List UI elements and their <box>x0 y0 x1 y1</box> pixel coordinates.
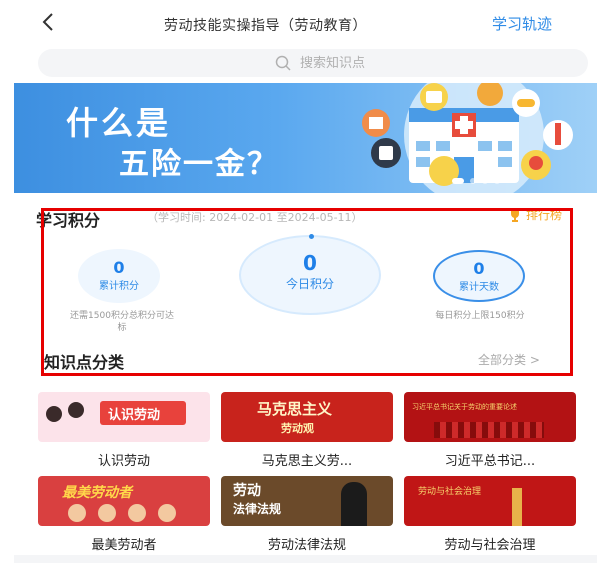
carousel-indicator <box>452 178 500 184</box>
points-section-title: 学习积分 <box>36 211 101 230</box>
total-points-value: 0 <box>113 258 125 277</box>
category-label: 认识劳动 <box>97 454 150 469</box>
category-card[interactable]: 马克思主义 劳动观 马克思主义劳... <box>221 392 393 469</box>
today-points-value: 0 <box>303 251 317 275</box>
learning-history-link[interactable]: 学习轨迹 <box>492 13 552 34</box>
points-period: （学习时间: 2024-02-01 至2024-05-11） <box>147 211 363 224</box>
category-thumbnail: 认识劳动 <box>38 392 210 442</box>
ranking-link[interactable]: 排行榜 <box>508 206 562 223</box>
category-card[interactable]: 劳动与社会治理 劳动与社会治理 <box>404 476 576 553</box>
category-thumbnail: 劳动与社会治理 <box>404 476 576 526</box>
thumbnail-text: 劳动 <box>233 483 261 499</box>
carousel-dot <box>470 178 476 184</box>
top-bar: 劳动技能实操指导（劳动教育） 学习轨迹 <box>14 0 597 44</box>
total-days-value: 0 <box>473 259 485 278</box>
app-screen: 劳动技能实操指导（劳动教育） 学习轨迹 什么是 五险一金？ <box>14 0 597 581</box>
thumbnail-text: 马克思主义 <box>257 400 333 418</box>
thumbnail-text: 最美劳动者 <box>62 485 132 501</box>
category-card[interactable]: 认识劳动 认识劳动 <box>38 392 210 469</box>
total-points-note: 还需1500积分总积分可达标 <box>70 311 174 333</box>
carousel-dot <box>482 178 488 184</box>
category-label: 劳动与社会治理 <box>444 538 536 553</box>
total-days-stat: 0 累计天数 <box>433 250 525 302</box>
category-thumbnail: 习近平总书记关于劳动的重要论述 <box>404 392 576 442</box>
category-label: 习近平总书记... <box>444 454 536 469</box>
total-points-label: 累计积分 <box>99 281 139 292</box>
carousel-dot <box>494 178 500 184</box>
section-divider <box>14 555 597 563</box>
banner-carousel[interactable]: 什么是 五险一金？ <box>14 83 597 193</box>
category-label: 劳动法律法规 <box>267 538 346 553</box>
total-days-note: 每日积分上限150积分 <box>435 311 525 321</box>
page-title: 劳动技能实操指导（劳动教育） <box>164 18 367 34</box>
all-categories-link[interactable]: 全部分类 > <box>478 351 540 368</box>
back-button[interactable] <box>36 8 60 36</box>
search-icon <box>275 55 291 71</box>
banner-illustration <box>362 83 573 193</box>
thumbnail-text: 劳动与社会治理 <box>418 487 482 497</box>
category-thumbnail: 劳动 法律法规 <box>221 476 393 526</box>
category-card[interactable]: 劳动 法律法规 劳动法律法规 <box>221 476 393 553</box>
category-card[interactable]: 习近平总书记关于劳动的重要论述 习近平总书记... <box>404 392 576 469</box>
back-arrow-icon <box>42 13 53 31</box>
ranking-label: 排行榜 <box>526 208 563 222</box>
category-card[interactable]: 最美劳动者 最美劳动者 <box>38 476 210 553</box>
carousel-dot-active <box>452 178 464 184</box>
thumbnail-text: 认识劳动 <box>108 408 161 423</box>
thumbnail-text: 习近平总书记关于劳动的重要论述 <box>412 403 517 411</box>
thumbnail-subtext: 劳动观 <box>281 422 314 435</box>
search-bar[interactable] <box>38 49 588 77</box>
category-thumbnail: 最美劳动者 <box>38 476 210 526</box>
category-section-title: 知识点分类 <box>44 353 125 372</box>
category-label: 马克思主义劳... <box>261 454 353 469</box>
today-points-label: 今日积分 <box>285 277 334 291</box>
today-points-stat: 0 今日积分 <box>239 234 381 315</box>
trophy-icon <box>511 209 519 222</box>
category-label: 最美劳动者 <box>91 538 157 553</box>
category-thumbnail: 马克思主义 劳动观 <box>221 392 393 442</box>
total-days-label: 累计天数 <box>459 282 499 293</box>
search-input[interactable] <box>300 52 500 74</box>
progress-dot <box>309 234 314 239</box>
thumbnail-subtext: 法律法规 <box>233 502 282 516</box>
total-points-stat: 0 累计积分 <box>78 249 160 303</box>
